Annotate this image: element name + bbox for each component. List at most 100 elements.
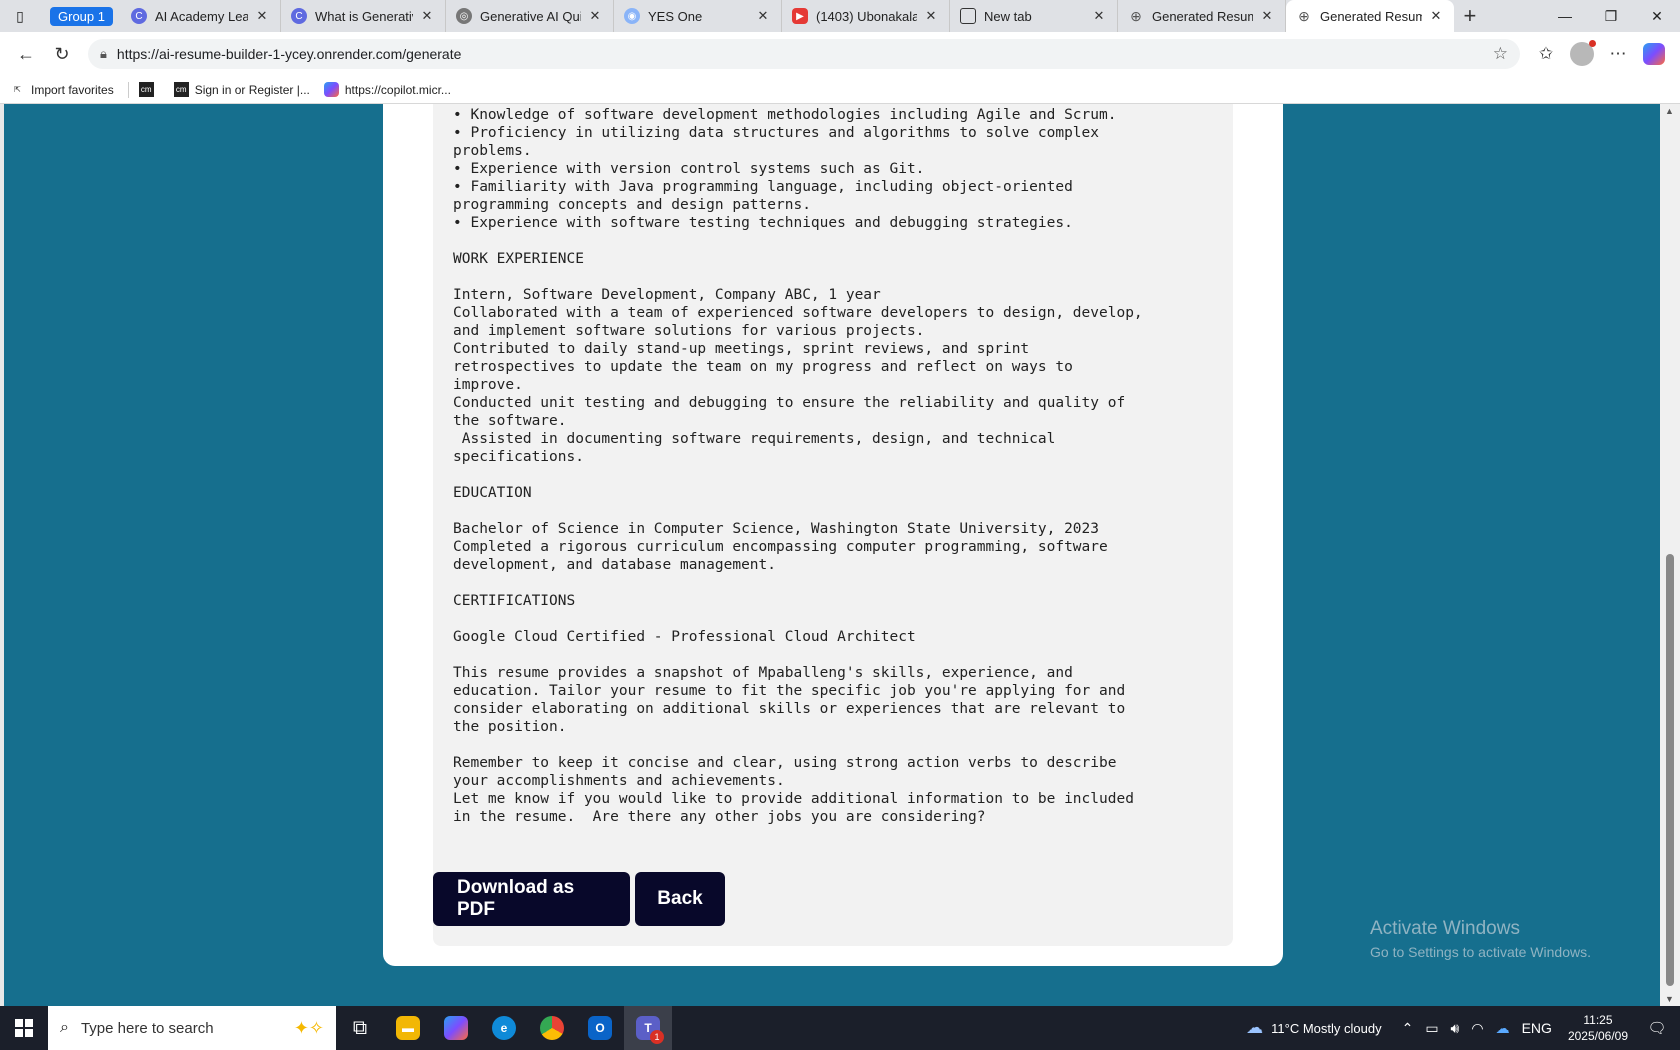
favorite-sign-in[interactable]: cm Sign in or Register |...	[173, 82, 310, 97]
edge-logo-icon: e	[492, 1016, 516, 1040]
watermark-title: Activate Windows	[1370, 918, 1520, 939]
browser-tab-strip: ▯ Group 1 C AI Academy Learning ✕ C What…	[0, 0, 1680, 32]
network-icon[interactable]: ◠	[1471, 1020, 1483, 1037]
favorite-label: https://copilot.micr...	[344, 82, 451, 97]
tab-yes-one[interactable]: ◉ YES One ✕	[614, 0, 782, 32]
favorite-site-1[interactable]: cm	[138, 82, 160, 97]
notification-badge: 1	[650, 1030, 664, 1044]
outlook-logo-icon: O	[588, 1016, 612, 1040]
tab-title: AI Academy Learning	[154, 8, 248, 24]
start-button[interactable]	[0, 1006, 48, 1050]
scroll-up-icon[interactable]: ▲	[1665, 106, 1674, 116]
favorite-label: Import favorites	[31, 82, 114, 97]
tab-title: (1403) Ubonakala (ft	[815, 8, 917, 24]
tab-title: YES One	[647, 8, 703, 24]
cloud-icon: ☁	[1246, 1018, 1264, 1037]
outlook-icon[interactable]: O	[576, 1006, 624, 1050]
back-arrow-icon[interactable]: ←	[8, 38, 44, 70]
chrome-icon[interactable]	[528, 1006, 576, 1050]
copilot-icon	[323, 82, 339, 97]
tab-generated-resume[interactable]: ⊕ Generated Resume ✕	[1118, 0, 1286, 32]
weather-widget[interactable]: ☁ 11°C Mostly cloudy	[1246, 1018, 1381, 1038]
favorite-star-icon[interactable]: ☆	[1493, 44, 1508, 64]
search-placeholder: Type here to search	[80, 1019, 214, 1037]
clock[interactable]: 11:25 2025/06/09	[1568, 1012, 1628, 1044]
close-tab-icon[interactable]: ✕	[419, 8, 435, 24]
tab-title: Generative AI Quiz	[479, 8, 581, 24]
taskbar-search[interactable]: ⌕ Type here to search ✦✧	[48, 1006, 336, 1050]
file-explorer-icon[interactable]: ▬	[384, 1006, 432, 1050]
tab-group-label[interactable]: Group 1	[50, 6, 113, 26]
more-options-icon[interactable]: ⋯	[1600, 38, 1636, 70]
tab-ai-academy[interactable]: C AI Academy Learning ✕	[121, 0, 281, 32]
teams-icon[interactable]: T 1	[624, 1006, 672, 1050]
copilot-app-icon[interactable]	[432, 1006, 480, 1050]
favorite-label: Sign in or Register |...	[194, 82, 310, 97]
tab-what-is-generative-ai[interactable]: C What is Generative AI ✕	[281, 0, 446, 32]
page-scrollbar[interactable]: ▲ ▼	[1660, 104, 1680, 1006]
yes-one-icon: ◉	[623, 8, 640, 24]
tab-title: Generated Resume	[1319, 8, 1422, 24]
chrome-logo-icon	[540, 1016, 564, 1040]
close-tab-icon[interactable]: ✕	[587, 8, 603, 24]
volume-icon[interactable]: 🔊︎	[1451, 1020, 1460, 1037]
meet-now-icon[interactable]: ▭	[1425, 1020, 1438, 1037]
favorite-copilot[interactable]: https://copilot.micr...	[323, 82, 451, 97]
language-indicator[interactable]: ENG	[1522, 1020, 1552, 1036]
favorites-bar: ⇱ Import favorites cm cm Sign in or Regi…	[0, 76, 1680, 104]
tab-actions-icon[interactable]: ▯	[0, 0, 40, 32]
tab-title: New tab	[983, 8, 1032, 24]
tab-new-tab[interactable]: New tab ✕	[950, 0, 1118, 32]
task-view-icon[interactable]: ⧉	[336, 1006, 384, 1050]
address-bar[interactable]: 🔒︎ https://ai-resume-builder-1-ycey.onre…	[88, 39, 1520, 69]
refresh-icon[interactable]: ↻	[44, 38, 80, 70]
edge-icon[interactable]: e	[480, 1006, 528, 1050]
favorites-icon[interactable]: ✩	[1528, 38, 1564, 70]
watermark-subtitle: Go to Settings to activate Windows.	[1370, 944, 1591, 960]
profile-button[interactable]	[1564, 38, 1600, 70]
import-icon: ⇱	[14, 85, 21, 94]
tab-title: Generated Resume	[1151, 8, 1253, 24]
resume-card: • Knowledge of software development meth…	[383, 104, 1283, 966]
back-button[interactable]: Back	[635, 872, 725, 926]
resume-text: • Knowledge of software development meth…	[453, 107, 1143, 825]
clock-time: 11:25	[1583, 1013, 1613, 1027]
search-highlight-icon: ✦✧	[293, 1017, 324, 1038]
youtube-icon: ▶	[791, 8, 808, 24]
url-text[interactable]: https://ai-resume-builder-1-ycey.onrende…	[117, 46, 1493, 62]
close-tab-icon[interactable]: ✕	[755, 8, 771, 24]
new-tab-page-icon	[959, 8, 976, 24]
window-controls: — ❐ ✕	[1542, 0, 1680, 32]
clock-date: 2025/06/09	[1567, 1029, 1628, 1043]
copilot-button[interactable]	[1636, 38, 1672, 70]
notification-center-icon[interactable]: 🗨︎	[1642, 1013, 1672, 1043]
windows-logo-icon	[15, 1019, 33, 1037]
avatar	[1570, 40, 1596, 66]
close-window-icon[interactable]: ✕	[1634, 0, 1680, 32]
globe-icon: ⊕	[1298, 7, 1310, 24]
scroll-down-icon[interactable]: ▼	[1665, 994, 1674, 1004]
chevron-up-icon[interactable]: ⌃	[1402, 1020, 1414, 1037]
download-pdf-button[interactable]: Download as PDF	[433, 872, 630, 926]
scrollbar-thumb[interactable]	[1666, 554, 1674, 986]
globe-icon: ⊕	[1130, 7, 1142, 24]
restore-icon[interactable]: ❐	[1588, 0, 1634, 32]
favorites-divider	[127, 81, 129, 98]
windows-taskbar: ⌕ Type here to search ✦✧ ⧉ ▬ e O T 1 ☁ 1…	[0, 1006, 1680, 1050]
weather-text: 11°C Mostly cloudy	[1271, 1020, 1382, 1036]
close-tab-icon[interactable]: ✕	[1091, 8, 1107, 24]
site-info-icon[interactable]: 🔒︎	[100, 46, 107, 62]
minimize-icon[interactable]: —	[1542, 0, 1588, 32]
close-tab-icon[interactable]: ✕	[254, 8, 270, 24]
favorite-import[interactable]: ⇱ Import favorites	[10, 82, 114, 97]
close-tab-icon[interactable]: ✕	[1428, 8, 1444, 24]
activate-windows-watermark: Activate Windows Go to Settings to activ…	[1370, 918, 1591, 960]
tab-youtube[interactable]: ▶ (1403) Ubonakala (ft ✕	[782, 0, 950, 32]
page-viewport: • Knowledge of software development meth…	[4, 104, 1660, 1006]
tab-generative-ai-quiz[interactable]: ◎ Generative AI Quiz ✕	[446, 0, 614, 32]
new-tab-plus-icon[interactable]: +	[1454, 0, 1486, 32]
close-tab-icon[interactable]: ✕	[923, 8, 939, 24]
onedrive-icon[interactable]: ☁	[1496, 1020, 1510, 1037]
tab-generated-resume-active[interactable]: ⊕ Generated Resume ✕	[1285, 0, 1454, 32]
close-tab-icon[interactable]: ✕	[1259, 8, 1275, 24]
